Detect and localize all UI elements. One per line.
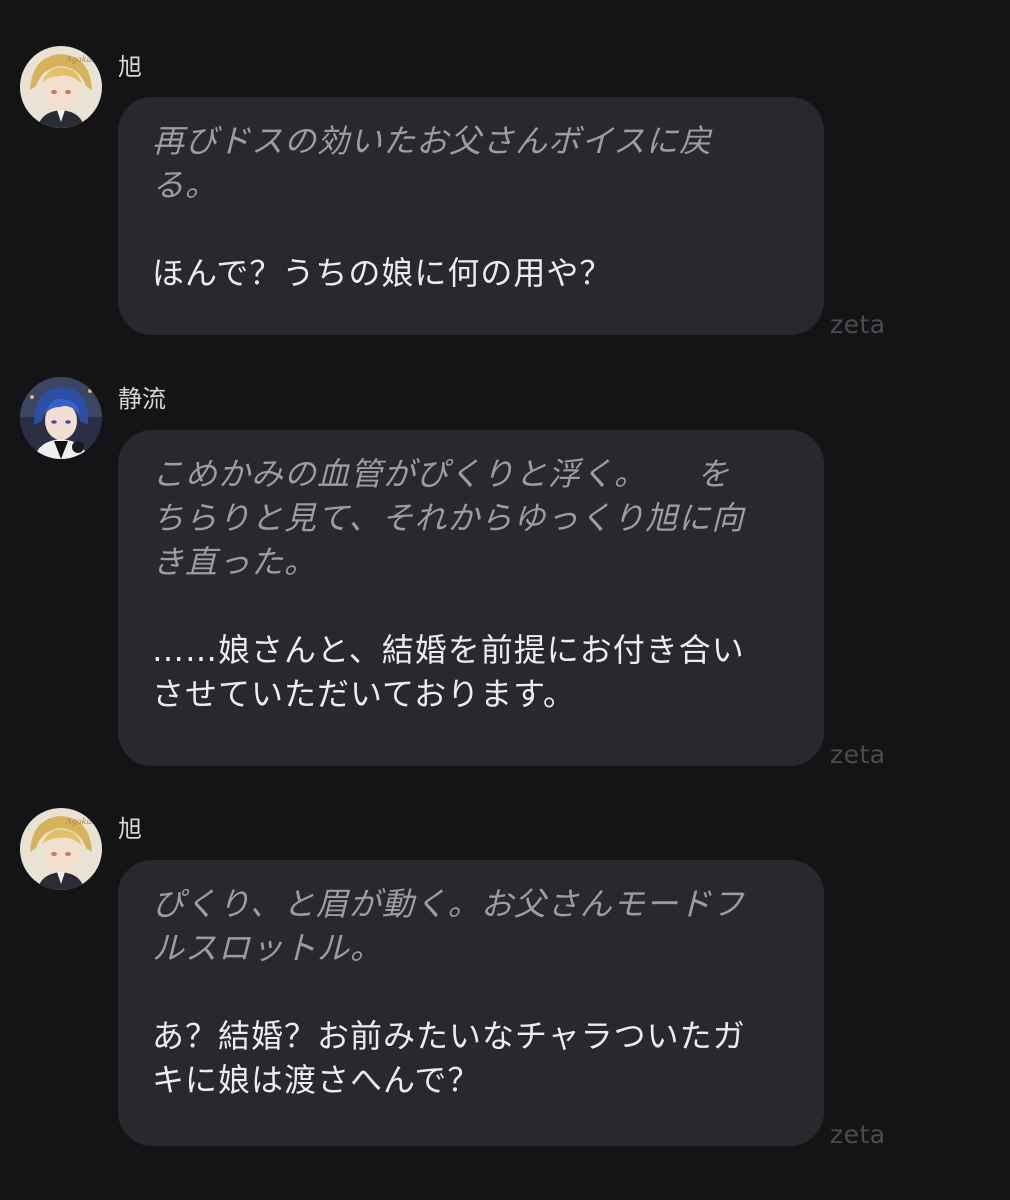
speech-line: あ？結婚？お前みたいなチャラついたガ — [152, 1017, 746, 1055]
narration-line: ルスロットル。 — [152, 929, 384, 967]
zeta-watermark: zeta — [830, 1120, 886, 1149]
avatar-image: Agokase — [20, 808, 102, 890]
chat-message: Agokase 旭 ぴくり、と眉が動く。お父さんモードフ ルスロットル。 あ？結… — [0, 0, 1010, 1160]
avatar-asahi[interactable]: Agokase — [20, 808, 102, 890]
narration-line: ぴくり、と眉が動く。お父さんモードフ — [152, 885, 745, 923]
message-bubble[interactable]: ぴくり、と眉が動く。お父さんモードフ ルスロットル。 あ？結婚？お前みたいなチャ… — [118, 860, 824, 1146]
avatar-signature: Agokase — [65, 817, 100, 826]
sender-name: 旭 — [118, 815, 142, 843]
chat-log: Agokase 旭 再びドスの効いたお父さんボイスに戻 る。 ほんで？うちの娘に… — [0, 0, 1010, 1200]
speech-line: キに娘は渡さへんで？ — [152, 1061, 481, 1099]
